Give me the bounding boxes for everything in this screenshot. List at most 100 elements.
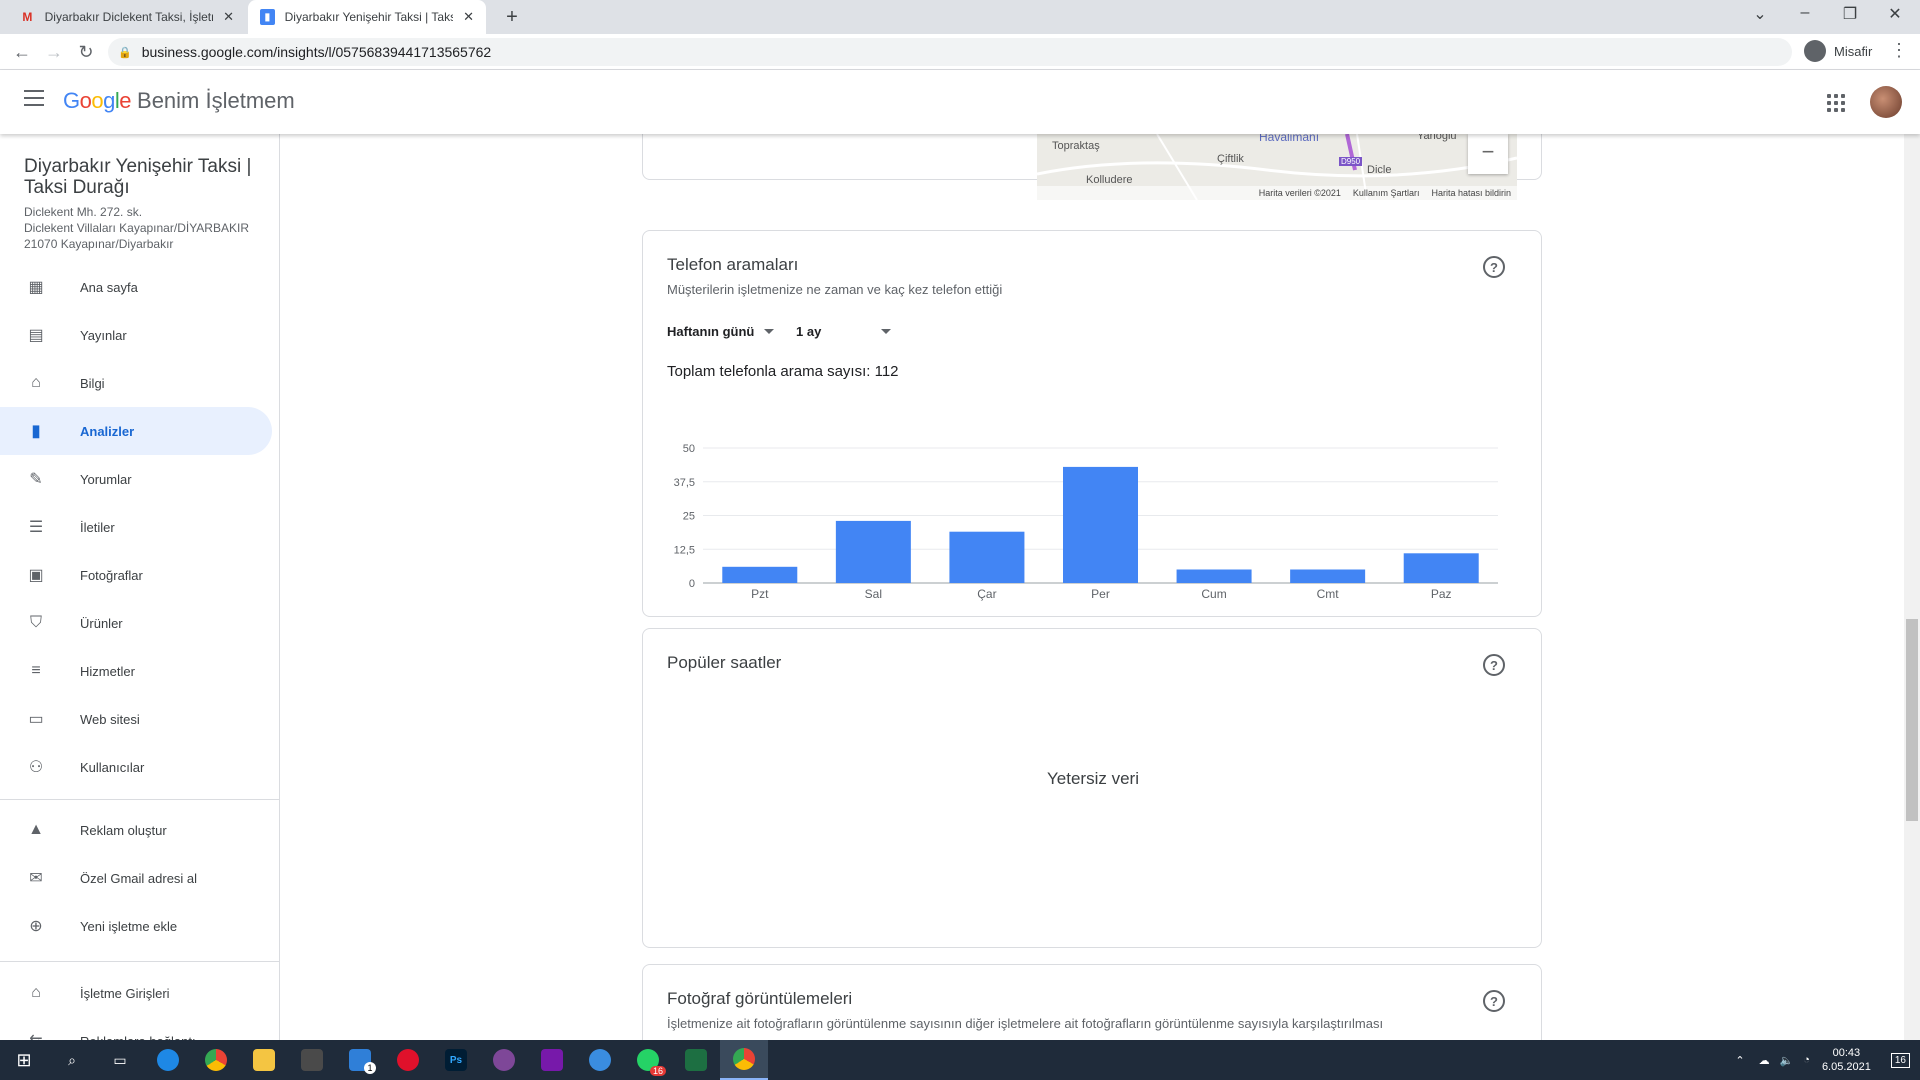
zoom-out-button[interactable]: − (1468, 134, 1508, 174)
restore-button[interactable]: ❐ (1830, 4, 1870, 24)
app-icon[interactable] (576, 1040, 624, 1080)
sidebar-item-i̇şletme-girişleri[interactable]: ⌂ İşletme Girişleri (0, 969, 272, 1017)
tab-search-icon[interactable]: ⌄ (1740, 4, 1780, 24)
reload-icon[interactable]: ↻ (74, 40, 98, 64)
sidebar-item-yorumlar[interactable]: ✎ Yorumlar (0, 455, 272, 503)
range-dropdown[interactable]: 1 ay (796, 324, 892, 339)
forward-icon[interactable]: → (42, 40, 66, 64)
posts-icon: ▤ (28, 327, 44, 344)
sidebar-item-yeni-işletme-ekle[interactable]: ⊕ Yeni işletme ekle (0, 902, 272, 950)
reviews-icon: ✎ (29, 471, 43, 488)
bar-cmt[interactable] (1290, 569, 1366, 584)
address-bar[interactable]: 🔒 business.google.com/insights/l/0575683… (108, 38, 1792, 66)
tray-chevron-icon[interactable]: ⌃ (1735, 1054, 1744, 1067)
store-icon[interactable] (288, 1040, 336, 1080)
map-report-link[interactable]: Harita hatası bildirin (1431, 188, 1511, 198)
sidebar-item-reklamlara-bağlantı[interactable]: ⇆Reklamlara bağlantı (0, 1017, 272, 1040)
notifications-icon[interactable]: 16 (1890, 1052, 1910, 1068)
sidebar-item-özel-gmail-adresi-al[interactable]: ✉ Özel Gmail adresi al (0, 854, 272, 902)
map-label: Dicle (1367, 164, 1392, 176)
grouping-dropdown[interactable]: Haftanın günü (667, 324, 775, 339)
tor-icon[interactable] (480, 1040, 528, 1080)
sidebar-item-label: Bilgi (80, 375, 105, 391)
popular-times-card: Popüler saatler ? Yetersiz veri (642, 628, 1542, 948)
empty-state-text: Yetersiz veri (1047, 769, 1139, 788)
minimize-button[interactable]: – (1785, 4, 1825, 22)
apps-grid-icon[interactable] (1827, 94, 1845, 112)
chrome-icon[interactable] (192, 1040, 240, 1080)
lock-icon[interactable]: 🔒 (118, 46, 132, 59)
browser-menu-icon[interactable]: ⋮ (1890, 40, 1908, 61)
edge-icon[interactable] (144, 1040, 192, 1080)
bar-paz[interactable] (1403, 553, 1479, 583)
x-tick-label: Per (1091, 587, 1110, 601)
sidebar-item-label: Fotoğraflar (80, 567, 143, 583)
sidebar-item-reklam-oluştur[interactable]: ▲ Reklam oluştur (0, 806, 272, 854)
volume-icon[interactable]: 🔈 (1780, 1054, 1794, 1067)
storefront-icon: ⌂ (31, 374, 41, 391)
opera-icon[interactable] (384, 1040, 432, 1080)
app-logo[interactable]: Google Benim İşletmem (63, 88, 295, 114)
account-avatar[interactable] (1870, 86, 1902, 118)
sidebar-item-analizler[interactable]: ▮ Analizler (0, 407, 272, 455)
windows-start-icon[interactable]: ⊞ (0, 1040, 48, 1080)
map-terms-link[interactable]: Kullanım Şartları (1353, 188, 1420, 198)
excel-icon[interactable] (672, 1040, 720, 1080)
onenote-icon[interactable] (528, 1040, 576, 1080)
browser-tab-gmb[interactable]: ▮ Diyarbakır Yenişehir Taksi | Taksi D ✕ (248, 0, 486, 34)
sidebar-item-ürünler[interactable]: ⛉ Ürünler (0, 599, 272, 647)
app-header: Google Benim İşletmem (0, 70, 1920, 134)
y-tick-label: 50 (683, 443, 695, 455)
wifi-icon[interactable]: ◔ (1803, 1054, 1810, 1066)
browser-tab-gmail[interactable]: M Diyarbakır Diclekent Taksi, İşletm ✕ (8, 0, 246, 34)
sidebar-item-web-sitesi[interactable]: ▭ Web sitesi (0, 695, 272, 743)
bar-çar[interactable] (949, 531, 1025, 583)
x-tick-label: Çar (977, 587, 996, 601)
profile-button[interactable]: Misafir (1804, 40, 1872, 62)
main-content: Telefon aramaları Müşterilerin işletmeni… (281, 134, 1900, 1040)
close-tab-icon[interactable]: ✕ (223, 9, 234, 25)
sidebar-item-bilgi[interactable]: ⌂ Bilgi (0, 359, 272, 407)
help-icon[interactable]: ? (1483, 654, 1505, 676)
help-icon[interactable]: ? (1483, 990, 1505, 1012)
sidebar-item-fotoğraflar[interactable]: ▣ Fotoğraflar (0, 551, 272, 599)
y-tick-label: 25 (683, 511, 695, 523)
tab-title: Diyarbakır Yenişehir Taksi | Taksi D (284, 10, 454, 24)
sidebar-item-label: Ana sayfa (80, 279, 138, 295)
sidebar-item-i̇letiler[interactable]: ☰ İletiler (0, 503, 272, 551)
help-icon[interactable]: ? (1483, 256, 1505, 278)
page-scrollbar[interactable] (1904, 134, 1920, 1040)
business-address: Diclekent Mh. 272. sk. Diclekent Villala… (24, 204, 249, 252)
sidebar-item-ana-sayfa[interactable]: ▦ Ana sayfa (0, 263, 272, 311)
services-list-icon: ≡ (31, 662, 41, 679)
bar-cum[interactable] (1176, 569, 1252, 584)
bar-pzt[interactable] (722, 566, 798, 583)
phone-calls-card: Telefon aramaları Müşterilerin işletmeni… (642, 230, 1542, 617)
close-window-button[interactable]: ✕ (1875, 4, 1915, 24)
file-explorer-icon[interactable] (240, 1040, 288, 1080)
clock[interactable]: 00:43 6.05.2021 (1822, 1046, 1871, 1074)
back-icon[interactable]: ← (10, 40, 34, 64)
search-icon[interactable]: ⌕ (48, 1040, 96, 1080)
chrome-active-icon[interactable] (720, 1040, 768, 1080)
new-tab-button[interactable]: + (500, 6, 524, 29)
y-tick-label: 0 (689, 578, 695, 590)
bar-per[interactable] (1063, 466, 1138, 583)
sidebar-item-hizmetler[interactable]: ≡ Hizmetler (0, 647, 272, 695)
sidebar-item-kullanıcılar[interactable]: ⚇ Kullanıcılar (0, 743, 272, 791)
mail-icon[interactable]: 1 (336, 1040, 384, 1080)
photo-views-card: Fotoğraf görüntülemeleri İşletmenize ait… (642, 964, 1542, 1040)
url-text: business.google.com/insights/l/057568394… (141, 44, 492, 60)
task-view-icon[interactable]: ▭ (96, 1040, 144, 1080)
hamburger-menu-icon[interactable] (24, 90, 44, 106)
close-tab-icon[interactable]: ✕ (463, 9, 474, 25)
chevron-down-icon (881, 329, 892, 334)
scrollbar-thumb[interactable] (1906, 619, 1918, 821)
photoshop-icon[interactable]: Ps (432, 1040, 480, 1080)
onedrive-icon[interactable]: ☁ (1759, 1054, 1770, 1067)
whatsapp-icon[interactable]: 16 (624, 1040, 672, 1080)
business-map[interactable]: Havalimanı Topraktaş Çiftlik Dicle Kollu… (1037, 134, 1517, 200)
bar-sal[interactable] (835, 520, 911, 583)
sidebar-item-yayınlar[interactable]: ▤ Yayınlar (0, 311, 272, 359)
gmail-envelope-icon: ✉ (29, 870, 43, 887)
